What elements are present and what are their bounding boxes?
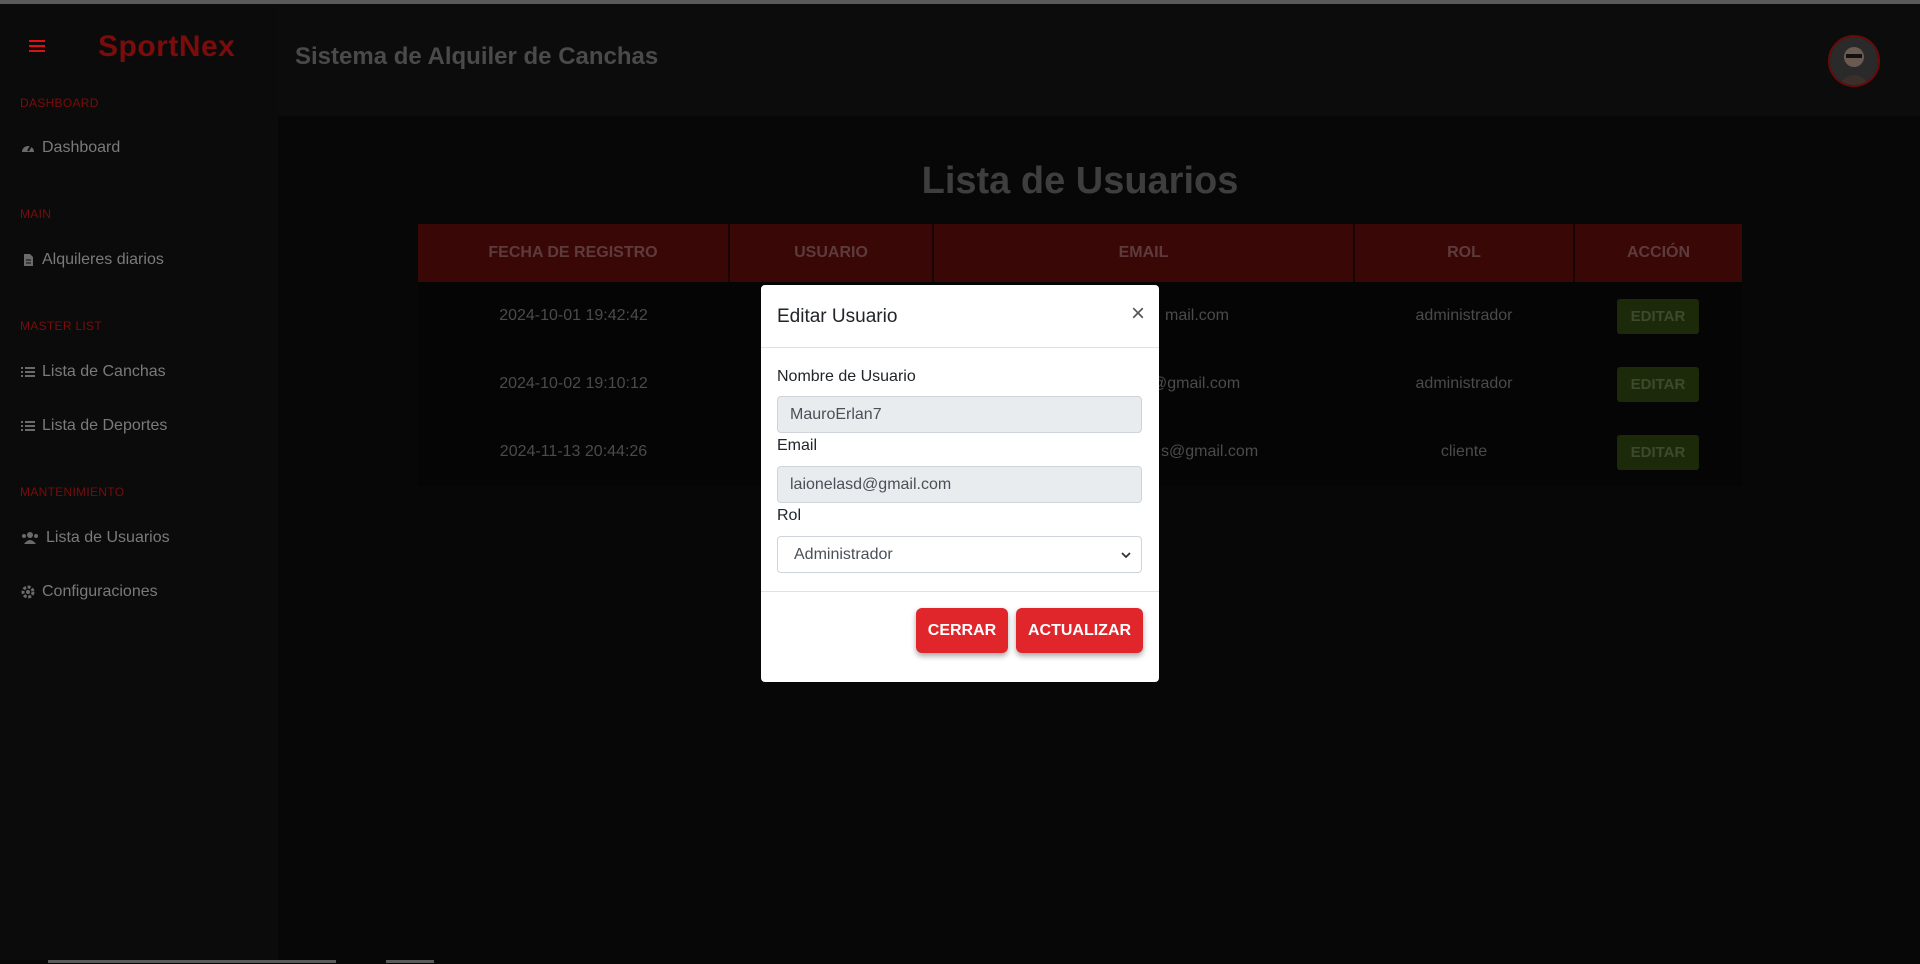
file-icon (20, 252, 36, 268)
brand-logo[interactable]: SportNex (98, 30, 235, 64)
role-select[interactable]: Administrador (777, 536, 1142, 573)
table-header-row: FECHA DE REGISTRO USUARIO EMAIL ROL ACCI… (418, 224, 1742, 282)
header-title: Sistema de Alquiler de Canchas (295, 43, 659, 70)
edit-button[interactable]: EDITAR (1616, 298, 1700, 334)
edit-user-modal: Editar Usuario × Nombre de Usuario Mauro… (761, 285, 1159, 682)
sidebar-item-label: Dashboard (42, 139, 121, 156)
users-icon (20, 530, 40, 546)
cell-accion: EDITAR (1574, 282, 1742, 350)
close-button[interactable]: CERRAR (916, 608, 1008, 653)
cell-fecha: 2024-10-02 19:10:12 (418, 350, 729, 418)
role-label: Rol (777, 507, 802, 524)
cell-rol: administrador (1354, 350, 1574, 418)
hamburger-menu-icon[interactable] (29, 40, 45, 52)
brand-row: SportNex (0, 26, 278, 66)
sidebar-item-usuarios[interactable]: Lista de Usuarios (20, 529, 170, 547)
modal-footer: CERRAR ACTUALIZAR (761, 592, 1159, 682)
gear-icon (20, 584, 36, 600)
email-label: Email (777, 437, 818, 454)
page-title: Lista de Usuarios (921, 160, 1239, 202)
chevron-down-icon (1121, 548, 1131, 562)
username-label: Nombre de Usuario (777, 368, 916, 385)
sidebar-item-alquileres[interactable]: Alquileres diarios (20, 251, 164, 269)
sidebar-item-label: Lista de Canchas (42, 363, 166, 380)
cell-fecha: 2024-10-01 19:42:42 (418, 282, 729, 350)
horizontal-scrollbar[interactable] (48, 960, 336, 963)
email-field[interactable]: laionelasd@gmail.com (777, 466, 1142, 503)
top-header: Sistema de Alquiler de Canchas (278, 4, 1920, 116)
column-header-rol[interactable]: ROL (1354, 224, 1575, 282)
section-title-mantenimiento: MANTENIMIENTO (20, 485, 125, 499)
list-icon (20, 364, 36, 380)
cell-accion: EDITAR (1574, 350, 1742, 418)
avatar[interactable] (1828, 35, 1880, 87)
sidebar-item-label: Configuraciones (42, 583, 158, 600)
cell-fecha: 2024-11-13 20:44:26 (418, 418, 729, 486)
modal-header: Editar Usuario × (761, 285, 1159, 348)
username-field[interactable]: MauroErlan7 (777, 396, 1142, 433)
sidebar-item-label: Lista de Usuarios (46, 529, 170, 546)
modal-body: Nombre de Usuario MauroErlan7 Email laio… (761, 348, 1159, 592)
column-header-email[interactable]: EMAIL (933, 224, 1355, 282)
horizontal-scrollbar-segment[interactable] (386, 960, 434, 963)
modal-title: Editar Usuario (777, 306, 898, 327)
close-icon[interactable]: × (1131, 302, 1145, 326)
cell-rol: cliente (1354, 418, 1574, 486)
cell-rol: administrador (1354, 282, 1574, 350)
sidebar-item-canchas[interactable]: Lista de Canchas (20, 363, 166, 381)
section-title-dashboard: DASHBOARD (20, 96, 99, 110)
column-header-fecha[interactable]: FECHA DE REGISTRO (418, 224, 730, 282)
cell-accion: EDITAR (1574, 418, 1742, 486)
sidebar-item-configuraciones[interactable]: Configuraciones (20, 583, 158, 601)
update-button[interactable]: ACTUALIZAR (1016, 608, 1143, 653)
section-title-master-list: MASTER LIST (20, 319, 102, 333)
sidebar: SportNex DASHBOARD Dashboard MAIN Alquil… (0, 4, 278, 960)
sidebar-item-deportes[interactable]: Lista de Deportes (20, 417, 167, 435)
list-icon (20, 418, 36, 434)
sidebar-item-label: Lista de Deportes (42, 417, 168, 434)
edit-button[interactable]: EDITAR (1616, 434, 1700, 470)
column-header-accion[interactable]: ACCIÓN (1574, 224, 1742, 282)
sidebar-item-dashboard[interactable]: Dashboard (20, 139, 120, 157)
sidebar-item-label: Alquileres diarios (42, 251, 164, 268)
section-title-main: MAIN (20, 207, 52, 221)
role-select-value: Administrador (794, 545, 893, 563)
column-header-usuario[interactable]: USUARIO (729, 224, 934, 282)
edit-button[interactable]: EDITAR (1616, 366, 1700, 402)
tachometer-icon (20, 140, 36, 156)
